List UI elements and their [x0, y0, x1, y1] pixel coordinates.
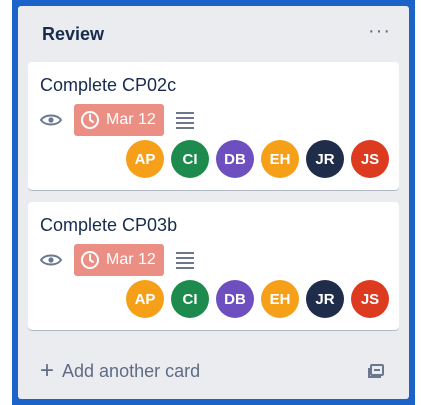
avatar[interactable]: DB	[216, 280, 254, 318]
description-icon	[175, 251, 194, 269]
due-date-badge[interactable]: Mar 12	[74, 104, 164, 136]
card[interactable]: Complete CP02c Mar 12 AP CI DB EH JR JS	[28, 62, 399, 190]
card-members: AP CI DB EH JR JS	[126, 280, 389, 318]
avatar[interactable]: JS	[351, 280, 389, 318]
description-icon	[175, 111, 194, 129]
clock-icon	[80, 250, 100, 270]
card-badges: Mar 12	[40, 244, 389, 276]
add-card-label: Add another card	[62, 360, 201, 381]
watching-eye-icon	[40, 109, 62, 131]
avatar[interactable]: DB	[216, 140, 254, 178]
review-list: Review ··· Complete CP02c Mar 12 AP CI D…	[18, 6, 409, 399]
list-frame: Review ··· Complete CP02c Mar 12 AP CI D…	[12, 0, 415, 405]
card[interactable]: Complete CP03b Mar 12 AP CI DB EH JR JS	[28, 202, 399, 330]
list-footer: + Add another card	[18, 343, 409, 399]
card-members: AP CI DB EH JR JS	[126, 140, 389, 178]
card-title: Complete CP03b	[40, 215, 178, 235]
due-date-text: Mar 12	[106, 111, 156, 128]
due-date-badge[interactable]: Mar 12	[74, 244, 164, 276]
card-badges: Mar 12	[40, 104, 389, 136]
watching-eye-icon	[40, 249, 62, 271]
card-template-icon[interactable]	[367, 361, 387, 381]
clock-icon	[80, 110, 100, 130]
avatar[interactable]: JR	[306, 280, 344, 318]
avatar[interactable]: JR	[306, 140, 344, 178]
card-title: Complete CP02c	[40, 75, 177, 95]
list-title[interactable]: Review	[42, 24, 104, 45]
avatar[interactable]: EH	[261, 280, 299, 318]
avatar[interactable]: CI	[171, 280, 209, 318]
avatar[interactable]: JS	[351, 140, 389, 178]
list-menu-icon[interactable]: ···	[368, 21, 391, 41]
avatar[interactable]: CI	[171, 140, 209, 178]
card-container: Complete CP02c Mar 12 AP CI DB EH JR JS …	[18, 62, 409, 330]
avatar[interactable]: AP	[126, 280, 164, 318]
plus-icon: +	[40, 357, 55, 384]
add-card-button[interactable]: + Add another card	[40, 359, 200, 383]
avatar[interactable]: AP	[126, 140, 164, 178]
due-date-text: Mar 12	[106, 251, 156, 268]
list-header: Review ···	[18, 6, 409, 62]
avatar[interactable]: EH	[261, 140, 299, 178]
